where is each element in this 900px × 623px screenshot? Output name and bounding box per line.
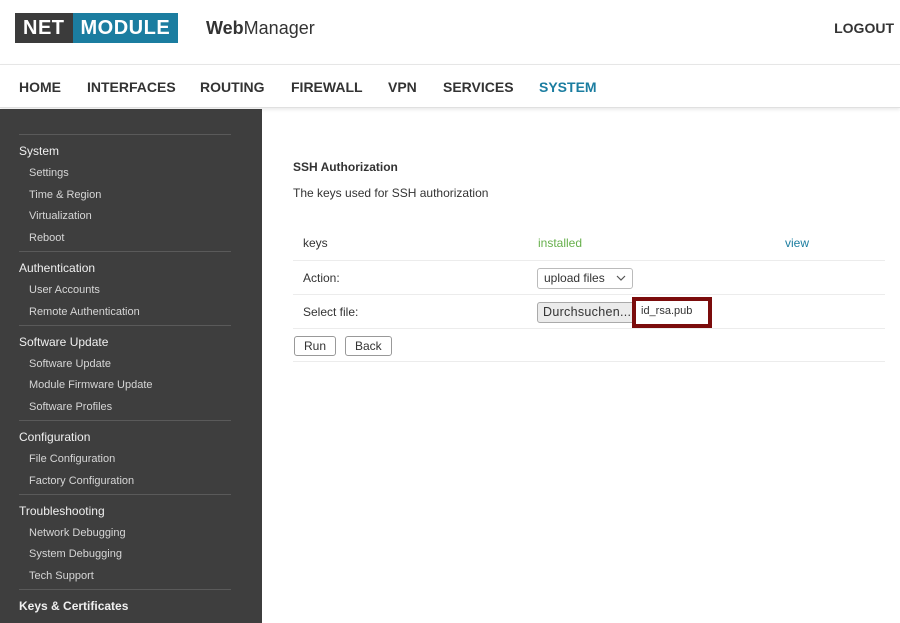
sidebar: System Settings Time & Region Virtualiza… — [0, 109, 262, 623]
keys-view-link[interactable]: view — [785, 236, 809, 250]
keys-label: keys — [303, 236, 328, 250]
sidebar-item-settings[interactable]: Settings — [29, 167, 69, 179]
selected-file-name: id_rsa.pub — [641, 305, 693, 317]
select-file-row: Select file: Durchsuchen... id_rsa.pub — [293, 295, 885, 329]
app-name-bold: Web — [206, 18, 244, 38]
nav-vpn[interactable]: VPN — [388, 79, 417, 95]
select-file-label: Select file: — [303, 305, 359, 319]
app-name-rest: Manager — [243, 18, 315, 38]
action-row: Action: upload files — [293, 261, 885, 295]
action-select[interactable]: upload files — [537, 268, 633, 289]
sidebar-item-user-accounts[interactable]: User Accounts — [29, 284, 100, 296]
nav-routing[interactable]: ROUTING — [200, 79, 265, 95]
sidebar-divider — [19, 134, 231, 135]
sidebar-item-virtualization[interactable]: Virtualization — [29, 210, 92, 222]
sidebar-item-system-debugging[interactable]: System Debugging — [29, 548, 122, 560]
sidebar-divider — [19, 251, 231, 252]
nav-home[interactable]: HOME — [19, 79, 61, 95]
action-select-value: upload files — [544, 271, 605, 285]
sidebar-item-network-debugging[interactable]: Network Debugging — [29, 527, 126, 539]
form-divider — [293, 361, 885, 362]
nav-services[interactable]: SERVICES — [443, 79, 514, 95]
sidebar-divider — [19, 589, 231, 590]
header: NET MODULE WebManager LOGOUT — [0, 0, 900, 64]
main-nav: HOME INTERFACES ROUTING FIREWALL VPN SER… — [0, 64, 900, 108]
sidebar-section-system[interactable]: System — [19, 144, 59, 158]
nav-firewall[interactable]: FIREWALL — [291, 79, 363, 95]
sidebar-item-file-configuration[interactable]: File Configuration — [29, 453, 115, 465]
logo-net: NET — [15, 13, 73, 43]
sidebar-divider — [19, 494, 231, 495]
chevron-down-icon — [616, 275, 626, 281]
keys-row: keys installed view — [293, 226, 885, 261]
page-description: The keys used for SSH authorization — [293, 186, 489, 200]
sidebar-item-software-profiles[interactable]: Software Profiles — [29, 401, 112, 413]
sidebar-section-keys-certificates[interactable]: Keys & Certificates — [19, 599, 128, 613]
sidebar-section-authentication[interactable]: Authentication — [19, 261, 95, 275]
action-label: Action: — [303, 271, 340, 285]
sidebar-item-time-region[interactable]: Time & Region — [29, 189, 101, 201]
keys-status: installed — [538, 236, 583, 250]
selected-file-highlight[interactable]: id_rsa.pub — [632, 297, 712, 328]
sidebar-divider — [19, 325, 231, 326]
logo-module: MODULE — [72, 13, 179, 43]
sidebar-section-configuration[interactable]: Configuration — [19, 430, 90, 444]
browse-button[interactable]: Durchsuchen... — [537, 302, 638, 323]
nav-system[interactable]: SYSTEM — [539, 79, 597, 95]
run-button[interactable]: Run — [294, 336, 337, 356]
sidebar-item-factory-configuration[interactable]: Factory Configuration — [29, 475, 134, 487]
page-title: SSH Authorization — [293, 160, 398, 174]
netmodule-logo[interactable]: NET MODULE — [15, 13, 179, 43]
sidebar-item-reboot[interactable]: Reboot — [29, 232, 64, 244]
sidebar-item-remote-authentication[interactable]: Remote Authentication — [29, 306, 140, 318]
back-button[interactable]: Back — [345, 336, 392, 356]
nav-interfaces[interactable]: INTERFACES — [87, 79, 176, 95]
sidebar-item-tech-support[interactable]: Tech Support — [29, 570, 94, 582]
sidebar-divider — [19, 420, 231, 421]
sidebar-section-software-update[interactable]: Software Update — [19, 335, 108, 349]
logout-link[interactable]: LOGOUT — [834, 20, 894, 36]
sidebar-item-module-firmware-update[interactable]: Module Firmware Update — [29, 379, 153, 391]
app-name: WebManager — [206, 18, 315, 39]
sidebar-item-software-update[interactable]: Software Update — [29, 358, 111, 370]
sidebar-section-troubleshooting[interactable]: Troubleshooting — [19, 504, 105, 518]
